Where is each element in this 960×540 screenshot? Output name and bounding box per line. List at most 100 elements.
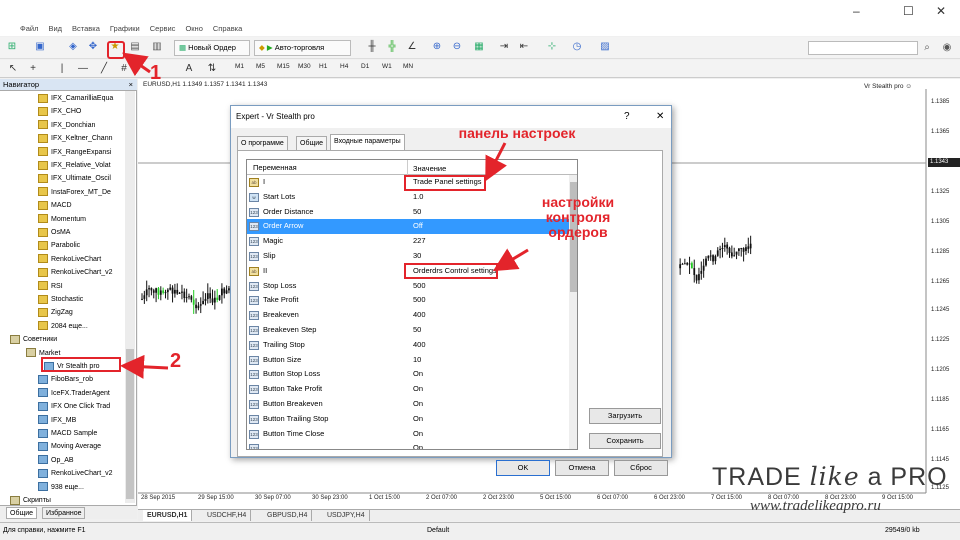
nav-advisors-folder[interactable]: Советники — [10, 333, 57, 346]
nav-indicator-item[interactable]: RSI — [38, 280, 63, 293]
nav-indicator-item[interactable]: RenkoLiveChart — [38, 253, 101, 266]
menu-item-5[interactable]: Окно — [185, 24, 202, 33]
parameter-row[interactable]: 123 Trailing Stop 400 — [247, 338, 569, 353]
parameter-row[interactable]: 123 Button Breakeven On — [247, 397, 569, 412]
nav-indicator-item[interactable]: InstaForex_MT_De — [38, 186, 111, 199]
minimize-button[interactable]: – — [853, 4, 860, 18]
autotrading-button[interactable]: ◆ ▶ Авто-торговля — [254, 40, 351, 56]
parameter-value[interactable]: 227 — [413, 234, 426, 249]
parameter-row[interactable]: w Start Lots 1.0 — [247, 190, 569, 205]
nav-indicator-item[interactable]: ZigZag — [38, 306, 73, 319]
timeframe-m15[interactable]: M15 — [277, 63, 290, 70]
save-button[interactable]: Сохранить — [589, 433, 661, 449]
timeframe-m30[interactable]: M30 — [298, 63, 311, 70]
arrows-icon[interactable]: ⇅ — [205, 62, 219, 76]
chart-tab[interactable]: GBPUSD,H4 — [263, 510, 313, 521]
search-input[interactable] — [808, 41, 918, 55]
timeframe-mn[interactable]: MN — [403, 63, 413, 70]
new-chart-icon[interactable]: ⊞ — [5, 40, 19, 54]
dialog-help-button[interactable]: ? — [624, 106, 630, 128]
close-button[interactable]: ✕ — [936, 4, 946, 18]
menu-item-2[interactable]: Вставка — [72, 24, 100, 33]
parameter-value[interactable]: 50 — [413, 205, 421, 220]
zoom-out-icon[interactable]: ⊖ — [450, 40, 464, 54]
horizontal-line-icon[interactable]: — — [76, 62, 90, 76]
bar-chart-icon[interactable]: ╫ — [365, 40, 379, 54]
parameter-value[interactable]: 50 — [413, 323, 421, 338]
parameter-row[interactable]: 123 Take Profit 500 — [247, 293, 569, 308]
nav-indicator-item[interactable]: IFX_Relative_Volat — [38, 159, 111, 172]
menu-item-6[interactable]: Справка — [213, 24, 242, 33]
parameter-value[interactable]: On — [413, 397, 423, 412]
nav-indicator-item[interactable]: Momentum — [38, 213, 86, 226]
nav-indicator-item[interactable]: IFX_RangeExpansi — [38, 146, 111, 159]
channel-icon[interactable]: # — [117, 62, 131, 76]
parameter-row[interactable]: 123 Stop Loss 500 — [247, 279, 569, 294]
parameter-value[interactable]: On — [413, 382, 423, 397]
parameter-row[interactable]: 123 Button Trailing Stop On — [247, 412, 569, 427]
parameter-row[interactable]: 123 Button Size 10 — [247, 353, 569, 368]
menu-item-0[interactable]: Файл — [20, 24, 38, 33]
indicators-icon[interactable]: ⊹ — [545, 40, 559, 54]
text-icon[interactable]: A — [182, 62, 196, 76]
periods-icon[interactable]: ◷ — [570, 40, 584, 54]
parameter-value[interactable]: 400 — [413, 338, 426, 353]
tab-inputs[interactable]: Входные параметры — [330, 134, 405, 151]
parameter-row[interactable]: 123 Slip 30 — [247, 249, 569, 264]
nav-tab-common[interactable]: Общие — [6, 507, 38, 519]
timeframe-d1[interactable]: D1 — [361, 63, 369, 70]
new-order-button[interactable]: ▦ Новый Ордер — [174, 40, 250, 56]
chart-shift-icon[interactable]: ⇤ — [517, 40, 531, 54]
parameter-row[interactable]: 123 Button Take Profit On — [247, 382, 569, 397]
nav-expert-item[interactable]: MACD Sample — [38, 427, 97, 440]
nav-indicator-item[interactable]: IFX_Ultimate_Oscil — [38, 172, 111, 185]
parameter-value[interactable]: 30 — [413, 249, 421, 264]
nav-indicator-item[interactable]: IFX_CHO — [38, 105, 81, 118]
nav-indicator-item[interactable]: IFX_Keltner_Chann — [38, 132, 112, 145]
tab-about[interactable]: О программе — [237, 136, 288, 151]
parameter-row[interactable]: 123 On — [247, 441, 569, 449]
terminal-icon[interactable]: ▤ — [128, 40, 142, 54]
parameter-value[interactable]: Off — [413, 219, 423, 234]
parameter-row[interactable]: 123 Button Time Close On — [247, 427, 569, 442]
tester-icon[interactable]: ▥ — [150, 40, 164, 54]
nav-expert-item[interactable]: RenkoLiveChart_v2 — [38, 467, 112, 480]
load-button[interactable]: Загрузить — [589, 408, 661, 424]
chart-tab[interactable]: USDJPY,H4 — [323, 510, 370, 521]
nav-indicator-item[interactable]: 2084 еще... — [38, 320, 88, 333]
market-watch-icon[interactable]: ◈ — [66, 40, 80, 54]
navigator-scroll-thumb[interactable] — [126, 349, 134, 499]
vertical-line-icon[interactable]: | — [55, 62, 69, 76]
parameter-value[interactable]: 1.0 — [413, 190, 423, 205]
parameter-value[interactable]: On — [413, 367, 423, 382]
nav-indicator-item[interactable]: MACD — [38, 199, 72, 212]
nav-indicator-item[interactable]: RenkoLiveChart_v2 — [38, 266, 112, 279]
nav-indicator-item[interactable]: IFX_Donchian — [38, 119, 95, 132]
nav-expert-item[interactable]: IFX_MB — [38, 414, 76, 427]
timeframe-h1[interactable]: H1 — [319, 63, 327, 70]
timeframe-m1[interactable]: M1 — [235, 63, 244, 70]
ok-button[interactable]: OK — [496, 460, 550, 476]
timeframe-m5[interactable]: M5 — [256, 63, 265, 70]
navigator-close-icon[interactable]: × — [129, 79, 133, 91]
nav-indicator-item[interactable]: Parabolic — [38, 239, 80, 252]
cancel-button[interactable]: Отмена — [555, 460, 609, 476]
reset-button[interactable]: Сброс — [614, 460, 668, 476]
parameter-value[interactable]: 400 — [413, 308, 426, 323]
nav-expert-item[interactable]: Op_AB — [38, 454, 74, 467]
profiles-icon[interactable]: ▣ — [33, 40, 47, 54]
parameter-value[interactable]: On — [413, 412, 423, 427]
nav-indicator-item[interactable]: OsMA — [38, 226, 70, 239]
navigator-toggle-icon[interactable]: ✥ — [86, 40, 100, 54]
nav-indicator-item[interactable]: IFX_CamarilliaEqua — [38, 92, 113, 105]
parameter-row[interactable]: 123 Button Stop Loss On — [247, 367, 569, 382]
chart-tab[interactable]: EURUSD,H1 — [143, 510, 193, 521]
cursor-icon[interactable]: ↖ — [6, 62, 20, 76]
chart-tab[interactable]: USDCHF,H4 — [203, 510, 252, 521]
zoom-in-icon[interactable]: ⊕ — [430, 40, 444, 54]
parameter-row[interactable]: 123 Breakeven Step 50 — [247, 323, 569, 338]
nav-expert-item[interactable]: Moving Average — [38, 440, 101, 453]
parameter-value[interactable]: On — [413, 441, 423, 449]
parameter-row[interactable]: 123 Breakeven 400 — [247, 308, 569, 323]
timeframe-w1[interactable]: W1 — [382, 63, 392, 70]
